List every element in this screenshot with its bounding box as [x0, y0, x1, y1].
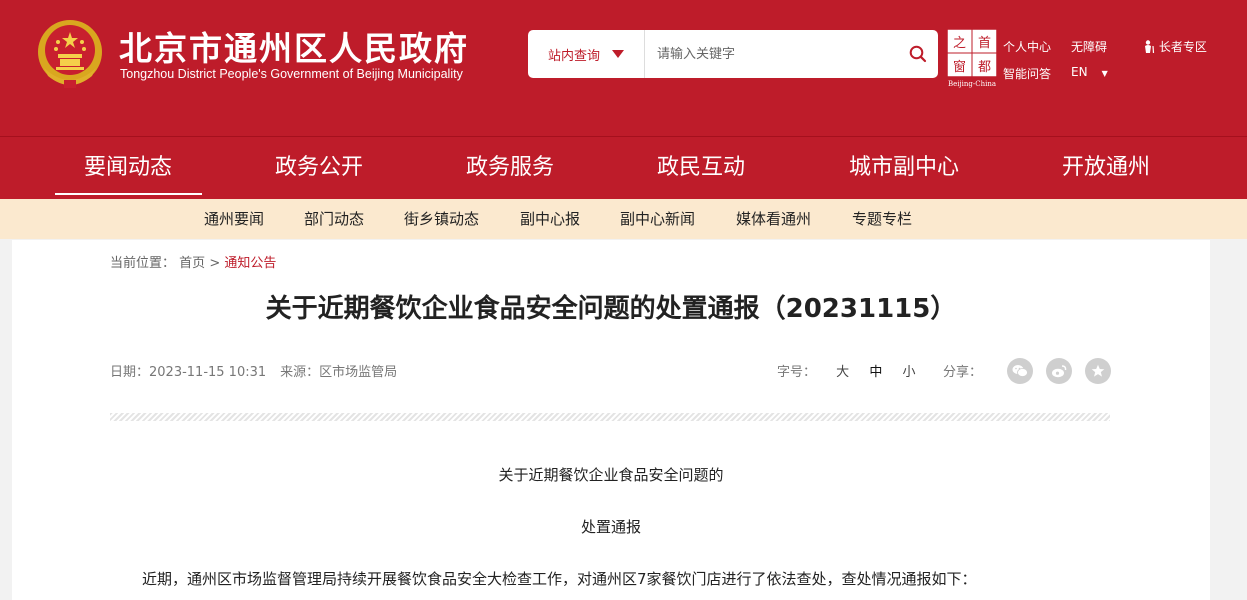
- breadcrumb-current-link[interactable]: 通知公告: [224, 256, 276, 271]
- capital-window-logo[interactable]: 之 首 窗 都 Beijing-China: [946, 28, 998, 88]
- national-emblem-icon[interactable]: [36, 18, 104, 90]
- svg-text:窗: 窗: [953, 59, 966, 75]
- sub-nav-special-topics[interactable]: 专题专栏: [852, 199, 912, 239]
- accessibility-link[interactable]: 无障碍: [1071, 38, 1107, 55]
- article-title: 关于近期餐饮企业食品安全问题的处置通报（20231115）: [265, 294, 957, 324]
- body-heading-line-2: 处置通报: [580, 518, 641, 536]
- font-size-medium-button[interactable]: 中: [869, 365, 882, 380]
- font-size-large-button[interactable]: 大: [836, 365, 849, 380]
- weibo-share-button[interactable]: [1046, 358, 1072, 384]
- svg-text:都: 都: [978, 60, 991, 75]
- svg-text:Beijing-China: Beijing-China: [948, 80, 996, 88]
- favorite-share-button[interactable]: [1085, 358, 1111, 384]
- search-input[interactable]: [645, 30, 898, 78]
- elderly-zone-link[interactable]: 长者专区: [1143, 38, 1207, 55]
- sub-nav-sub-center-news[interactable]: 副中心新闻: [620, 199, 695, 239]
- search-scope-dropdown[interactable]: 站内查询: [528, 30, 645, 78]
- nav-item-interaction[interactable]: 政民互动: [657, 137, 745, 199]
- article-date: 日期：2023-11-15 10:31: [110, 365, 267, 380]
- search-scope-label: 站内查询: [547, 48, 600, 64]
- article-container: 当前位置： 首页 > 通知公告 关于近期餐饮企业食品安全问题的处置通报（2023…: [12, 240, 1210, 600]
- star-icon: [1091, 364, 1105, 377]
- font-size-label: 字号：: [777, 365, 817, 380]
- svg-text:首: 首: [978, 36, 991, 51]
- sub-nav-tongzhou-news[interactable]: 通州要闻: [204, 199, 264, 239]
- site-header: 北京市通州区人民政府 Tongzhou District People's Go…: [0, 0, 1247, 136]
- breadcrumb-separator: >: [209, 256, 221, 271]
- breadcrumb: 当前位置： 首页 > 通知公告: [110, 252, 276, 271]
- wechat-share-button[interactable]: [1007, 358, 1033, 384]
- nav-item-sub-center[interactable]: 城市副中心: [849, 137, 959, 199]
- breadcrumb-prefix: 当前位置：: [110, 256, 176, 271]
- sub-nav-department-news[interactable]: 部门动态: [304, 199, 364, 239]
- caret-down-icon: ▼: [1101, 69, 1108, 78]
- sub-nav-media[interactable]: 媒体看通州: [736, 199, 811, 239]
- content-divider: [110, 413, 1110, 421]
- body-heading-line-1: 关于近期餐饮企业食品安全问题的: [498, 466, 724, 484]
- article-meta: 日期：2023-11-15 10:31 来源：区市场监管局: [110, 361, 397, 380]
- nav-active-indicator: [55, 193, 202, 195]
- elderly-zone-label: 长者专区: [1158, 40, 1207, 54]
- font-size-control: 字号： 大 中 小: [777, 361, 915, 380]
- font-size-small-button[interactable]: 小: [902, 365, 915, 380]
- svg-text:之: 之: [953, 36, 966, 51]
- site-search: 站内查询: [528, 30, 938, 78]
- body-paragraph: 近期，通州区市场监督管理局持续开展餐饮食品安全大检查工作，对通州区7家餐饮门店进…: [142, 570, 977, 588]
- english-language-link[interactable]: EN ▼: [1071, 65, 1108, 79]
- wechat-icon: [1012, 365, 1028, 377]
- weibo-icon: [1052, 365, 1067, 378]
- breadcrumb-home-link[interactable]: 首页: [179, 256, 205, 271]
- share-label: 分享：: [943, 365, 983, 380]
- sub-nav-sub-center-paper[interactable]: 副中心报: [520, 199, 580, 239]
- search-icon: [909, 45, 927, 63]
- sub-nav: 通州要闻 部门动态 街乡镇动态 副中心报 副中心新闻 媒体看通州 专题专栏: [0, 199, 1247, 239]
- article-source: 来源：区市场监管局: [280, 365, 398, 380]
- nav-item-open-tongzhou[interactable]: 开放通州: [1062, 137, 1150, 199]
- nav-item-gov-affairs-open[interactable]: 政务公开: [275, 137, 363, 199]
- site-subtitle-en: Tongzhou District People's Government of…: [120, 67, 463, 81]
- nav-item-gov-services[interactable]: 政务服务: [466, 137, 554, 199]
- sub-nav-street-town-news[interactable]: 街乡镇动态: [404, 199, 479, 239]
- smart-qa-link[interactable]: 智能问答: [1003, 65, 1051, 82]
- search-button[interactable]: [898, 30, 938, 78]
- caret-down-icon: [612, 50, 624, 58]
- english-label: EN: [1071, 65, 1088, 79]
- site-title[interactable]: 北京市通州区人民政府: [119, 22, 469, 70]
- person-icon: [1145, 40, 1155, 54]
- personal-center-link[interactable]: 个人中心: [1003, 38, 1051, 55]
- main-nav: 要闻动态 政务公开 政务服务 政民互动 城市副中心 开放通州: [0, 136, 1247, 199]
- nav-item-news[interactable]: 要闻动态: [84, 137, 172, 199]
